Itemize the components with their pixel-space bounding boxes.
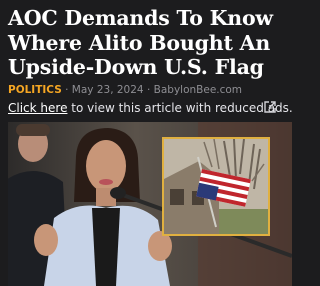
click-here-link[interactable]: Click here [8, 101, 67, 115]
reduced-ads-banner: Click here to view this article with red… [8, 101, 294, 115]
headline-line-3: Upside-Down U.S. Flag [8, 55, 264, 79]
headline-line-2: Where Alito Bought An [8, 30, 271, 55]
article-meta: POLITICS · May 23, 2024 · BabylonBee.com [8, 84, 242, 96]
meta-separator-2: · [146, 84, 151, 96]
meta-separator-1: · [65, 84, 69, 96]
inset-flag-image[interactable] [162, 137, 270, 236]
article-date: May 23, 2024 [71, 84, 144, 96]
upside-down-flag-photo [164, 139, 268, 234]
category-label[interactable]: POLITICS [8, 84, 62, 96]
article-page: AOC Demands To Know Where Alito Bought A… [0, 0, 300, 286]
external-link-icon[interactable] [263, 100, 277, 114]
article-source: BabylonBee.com [153, 84, 243, 96]
reduced-ads-text: to view this article with reduced ads. [67, 101, 293, 115]
headline-line-1: AOC Demands To Know [8, 6, 273, 30]
article-headline: AOC Demands To Know Where Alito Bought A… [8, 6, 296, 80]
